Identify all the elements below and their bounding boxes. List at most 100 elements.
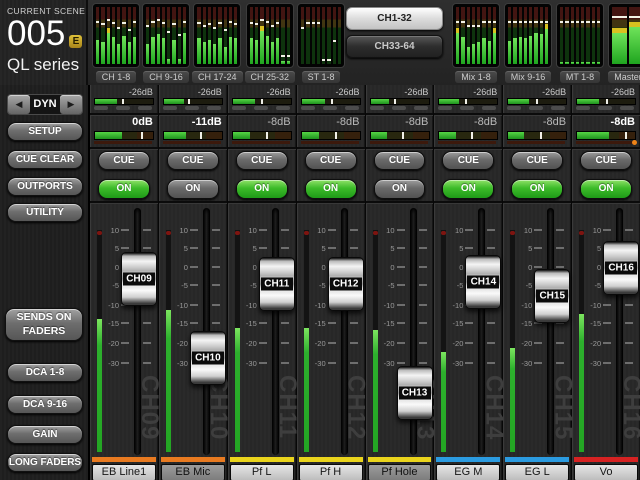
fader-knob[interactable]: CH16 bbox=[603, 241, 639, 295]
fader-knob[interactable]: CH10 bbox=[190, 331, 226, 385]
display-nav-control: ◀ DYN ▶ bbox=[7, 94, 83, 115]
meter-bar bbox=[287, 7, 290, 64]
on-button[interactable]: ON bbox=[580, 179, 632, 199]
section-divider bbox=[366, 147, 434, 149]
channel-meter-fill bbox=[166, 310, 171, 452]
nav-next-icon[interactable]: ▶ bbox=[60, 95, 82, 114]
channel-name-label[interactable]: Pf L bbox=[230, 464, 294, 480]
cue-clear-button[interactable]: CUE CLEAR bbox=[7, 150, 83, 169]
fader-knob-label: CH14 bbox=[467, 276, 499, 289]
fader-scale-tick bbox=[419, 247, 427, 249]
on-button[interactable]: ON bbox=[374, 179, 426, 199]
bank-button-ch33-64[interactable]: CH33-64 bbox=[346, 35, 443, 58]
level-mini-meter-fill bbox=[577, 132, 609, 139]
meter-bar bbox=[203, 7, 206, 64]
on-button[interactable]: ON bbox=[511, 179, 563, 199]
fader-knob-label: CH09 bbox=[123, 272, 155, 285]
meter-box bbox=[246, 3, 294, 68]
meter-bar-fill bbox=[513, 38, 516, 64]
fader-scale-label: -5 bbox=[167, 281, 188, 290]
dca-9-16-button[interactable]: DCA 9-16 bbox=[7, 395, 83, 414]
dca-1-8-button[interactable]: DCA 1-8 bbox=[7, 363, 83, 382]
meter-bar-yellow-tip bbox=[456, 28, 459, 33]
meter-bar bbox=[250, 7, 253, 64]
bank-button-ch1-32[interactable]: CH1-32 bbox=[346, 7, 443, 30]
nav-prev-icon[interactable]: ◀ bbox=[8, 95, 30, 114]
cue-button[interactable]: CUE bbox=[167, 151, 219, 170]
gr-indicator-segment bbox=[207, 106, 221, 110]
channel-color-bar bbox=[574, 457, 638, 462]
channel-color-bar bbox=[92, 457, 156, 462]
level-db-value: -8dB bbox=[405, 116, 428, 128]
cue-button[interactable]: CUE bbox=[511, 151, 563, 170]
on-button[interactable]: ON bbox=[236, 179, 288, 199]
fader-scale-tick bbox=[143, 362, 151, 364]
meter-bar-fill bbox=[203, 42, 206, 64]
meter-bar-yellow-tip bbox=[612, 28, 627, 33]
on-button[interactable]: ON bbox=[305, 179, 357, 199]
meter-peak-hold bbox=[534, 21, 537, 23]
utility-button[interactable]: UTILITY bbox=[7, 203, 83, 222]
fader-scale-tick bbox=[281, 322, 289, 324]
fader-knob[interactable]: CH12 bbox=[328, 257, 364, 311]
sends-on-faders-button[interactable]: SENDS ON FADERS bbox=[5, 308, 83, 341]
fader-scale-tick bbox=[534, 229, 542, 231]
fader-knob[interactable]: CH09 bbox=[121, 252, 157, 306]
fader-knob[interactable]: CH13 bbox=[397, 366, 433, 420]
meter-bar-fill bbox=[167, 59, 170, 64]
outports-button[interactable]: OUTPORTS bbox=[7, 177, 83, 196]
fader-knob[interactable]: CH11 bbox=[259, 257, 295, 311]
channel-color-bar bbox=[230, 457, 294, 462]
clip-indicator bbox=[632, 140, 637, 145]
gain-button[interactable]: GAIN bbox=[7, 425, 83, 444]
channel-strip: -26dB-8dBCUEONCH151050-5-10-15-20-30CH15… bbox=[503, 85, 571, 480]
meter-peak-hold bbox=[322, 59, 325, 61]
setup-button[interactable]: SETUP bbox=[7, 122, 83, 141]
cue-button[interactable]: CUE bbox=[374, 151, 426, 170]
dynamics-thin-meter bbox=[301, 141, 359, 144]
fader-scale-tick bbox=[487, 322, 495, 324]
fader-scale-label: 0 bbox=[167, 263, 188, 272]
gr-indicator-segment bbox=[414, 106, 428, 110]
meter-bar bbox=[183, 7, 186, 64]
meter-bar-yellow-tip bbox=[260, 26, 263, 31]
level-db-value: -11dB bbox=[192, 116, 222, 128]
fader-scale-tick bbox=[350, 342, 358, 344]
on-button[interactable]: ON bbox=[167, 179, 219, 199]
channel-color-bar bbox=[161, 457, 225, 462]
cue-button[interactable]: CUE bbox=[98, 151, 150, 170]
cue-button[interactable]: CUE bbox=[580, 151, 632, 170]
meter-bar bbox=[312, 7, 315, 64]
meter-peak-hold bbox=[234, 23, 237, 25]
channel-name-label[interactable]: Pf H bbox=[299, 464, 363, 480]
channel-name-label[interactable]: Vo bbox=[574, 464, 638, 480]
level-db-value: -8dB bbox=[267, 116, 290, 128]
meter-bar bbox=[338, 7, 341, 64]
fader-scale-tick bbox=[212, 229, 220, 231]
on-button[interactable]: ON bbox=[98, 179, 150, 199]
channel-name-label[interactable]: Pf Hole bbox=[368, 464, 432, 480]
meter-bar bbox=[629, 7, 640, 64]
meter-bar bbox=[157, 7, 160, 64]
gr-indicator-segment bbox=[345, 106, 359, 110]
long-faders-button[interactable]: LONG FADERS bbox=[7, 453, 83, 472]
fader-scale-label: -10 bbox=[374, 301, 395, 310]
cue-button[interactable]: CUE bbox=[305, 151, 357, 170]
meter-peak-hold bbox=[276, 22, 279, 24]
meter-peak-hold bbox=[218, 22, 221, 24]
fader-scale-label: 10 bbox=[374, 226, 395, 235]
fader-knob[interactable]: CH14 bbox=[465, 255, 501, 309]
channel-name-label[interactable]: EG L bbox=[505, 464, 569, 480]
fader-scale-tick bbox=[556, 229, 564, 231]
cue-button[interactable]: CUE bbox=[236, 151, 288, 170]
fader-scale-tick bbox=[534, 247, 542, 249]
channel-name-label[interactable]: EB Mic bbox=[161, 464, 225, 480]
fader-knob[interactable]: CH15 bbox=[534, 269, 570, 323]
channel-name-label[interactable]: EG M bbox=[436, 464, 500, 480]
meter-bar bbox=[322, 7, 325, 64]
fader-scale-tick bbox=[143, 247, 151, 249]
meter-block-label: MT 1-8 bbox=[560, 71, 600, 83]
channel-name-label[interactable]: EB Line1 bbox=[92, 464, 156, 480]
cue-button[interactable]: CUE bbox=[442, 151, 494, 170]
on-button[interactable]: ON bbox=[442, 179, 494, 199]
